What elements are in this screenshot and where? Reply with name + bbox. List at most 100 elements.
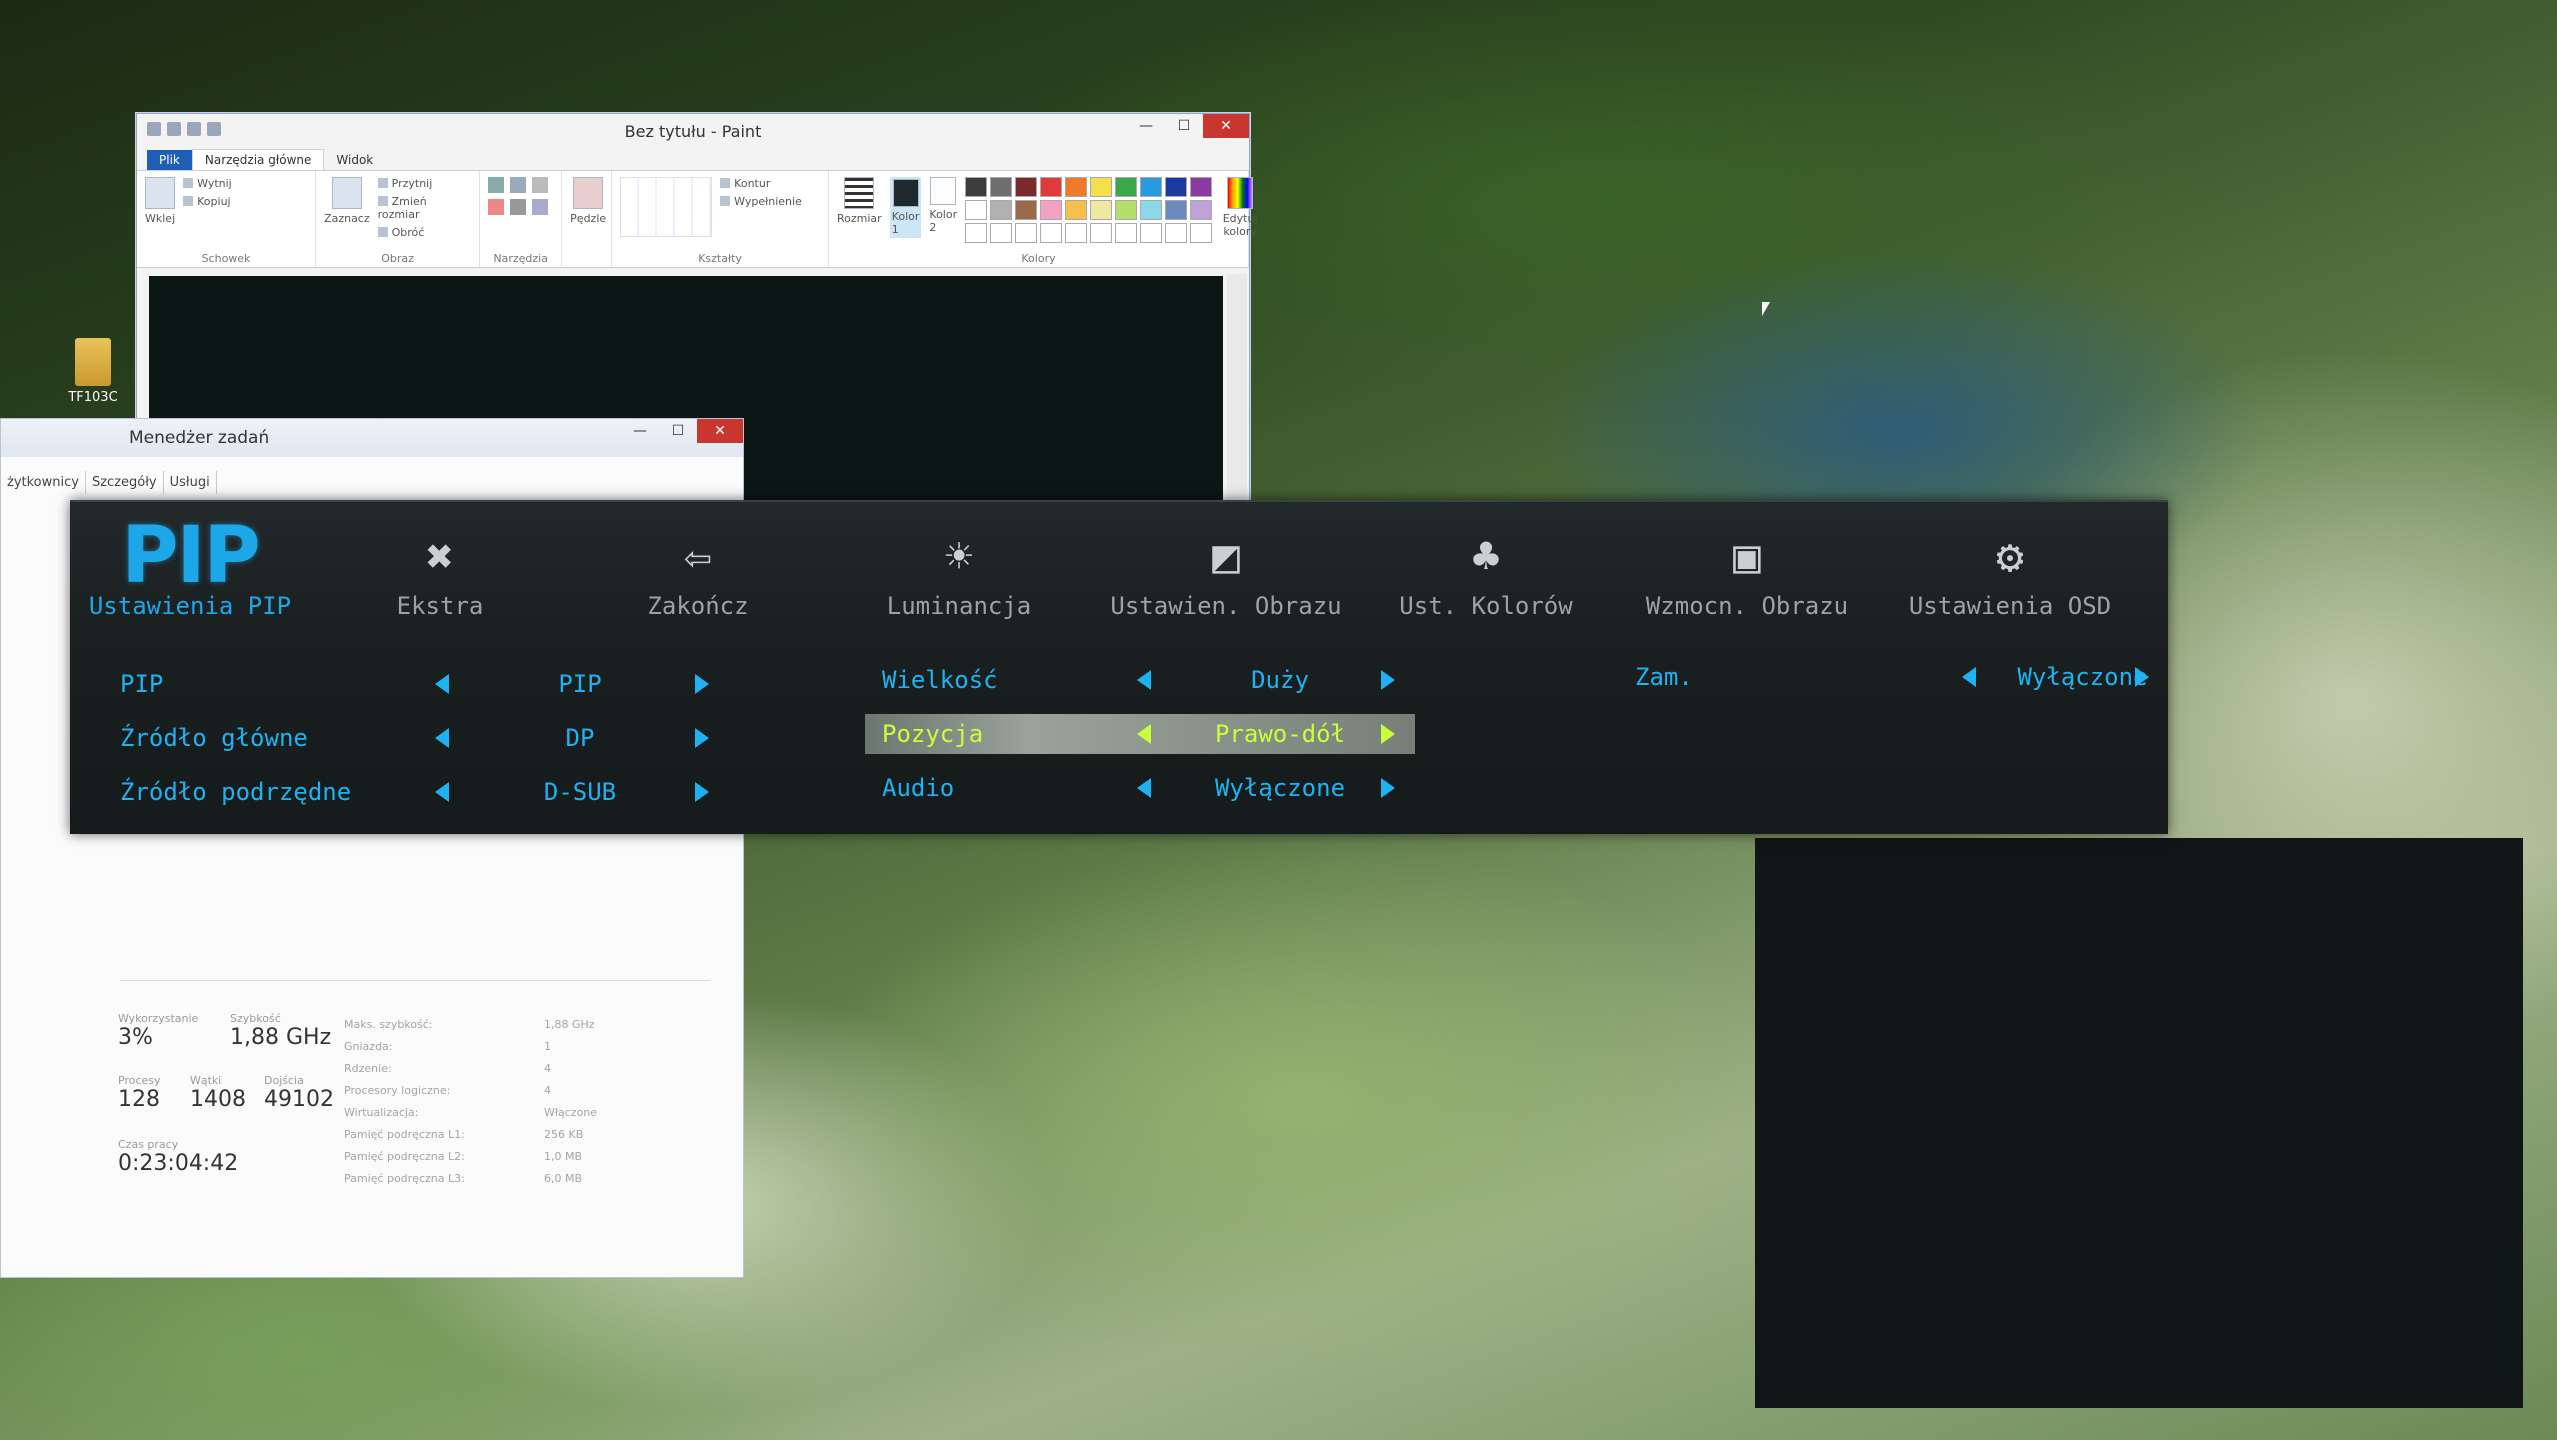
vertical-scrollbar[interactable] bbox=[1227, 274, 1247, 512]
osd-tab-color[interactable]: ♣ Ust. Kolorów bbox=[1366, 526, 1606, 620]
palette-swatch[interactable] bbox=[1065, 223, 1088, 243]
color2-button[interactable]: Kolor 2 bbox=[929, 177, 957, 234]
arrow-left-icon[interactable] bbox=[1962, 667, 1976, 687]
palette-swatch[interactable] bbox=[965, 200, 988, 220]
osd-tab-luminance[interactable]: ☀ Luminancja bbox=[839, 526, 1079, 620]
palette-swatch[interactable] bbox=[1115, 177, 1138, 197]
redo-icon[interactable] bbox=[207, 122, 221, 136]
minimize-button[interactable]: — bbox=[1127, 114, 1165, 138]
palette-swatch[interactable] bbox=[1040, 223, 1063, 243]
tab-home[interactable]: Narzędzia główne bbox=[191, 149, 325, 170]
arrow-left-icon[interactable] bbox=[435, 728, 449, 748]
palette-swatch[interactable] bbox=[1015, 200, 1038, 220]
palette-swatch[interactable] bbox=[1190, 177, 1213, 197]
maximize-button[interactable]: ☐ bbox=[659, 419, 697, 443]
edit-colors-button[interactable]: Edytuj kolory bbox=[1220, 177, 1260, 238]
arrow-right-icon[interactable] bbox=[1381, 778, 1395, 798]
magnifier-icon[interactable] bbox=[532, 199, 549, 215]
rotate-button[interactable]: Obróć bbox=[378, 226, 472, 239]
palette-swatch[interactable] bbox=[1165, 200, 1188, 220]
palette-swatch[interactable] bbox=[1140, 200, 1163, 220]
color1-button[interactable]: Kolor 1 bbox=[889, 177, 922, 238]
arrow-left-icon[interactable] bbox=[435, 782, 449, 802]
palette-swatch[interactable] bbox=[1015, 223, 1038, 243]
tab-users[interactable]: żytkownicy bbox=[1, 471, 86, 494]
osd-tab-exit[interactable]: ⇦ Zakończ bbox=[578, 526, 818, 620]
tab-file[interactable]: Plik bbox=[147, 150, 192, 170]
paste-button[interactable]: Wklej bbox=[145, 177, 175, 225]
osd-row-position[interactable]: Pozycja Prawo-dół bbox=[865, 714, 1415, 754]
close-button[interactable]: ✕ bbox=[697, 419, 743, 443]
arrow-right-icon[interactable] bbox=[695, 782, 709, 802]
palette-swatch[interactable] bbox=[1115, 200, 1138, 220]
tab-services[interactable]: Usługi bbox=[164, 471, 217, 494]
resize-button[interactable]: Zmień rozmiar bbox=[378, 195, 472, 221]
palette-swatch[interactable] bbox=[990, 223, 1013, 243]
palette-swatch[interactable] bbox=[1140, 177, 1163, 197]
arrow-right-icon[interactable] bbox=[1381, 724, 1395, 744]
palette-swatch[interactable] bbox=[1140, 223, 1163, 243]
arrow-right-icon[interactable] bbox=[2135, 667, 2149, 687]
arrow-right-icon[interactable] bbox=[695, 728, 709, 748]
palette-swatch[interactable] bbox=[990, 200, 1013, 220]
tab-details[interactable]: Szczegóły bbox=[86, 471, 164, 494]
palette-swatch[interactable] bbox=[1040, 177, 1063, 197]
outline-button[interactable]: Kontur bbox=[720, 177, 802, 190]
arrow-left-icon[interactable] bbox=[435, 674, 449, 694]
close-button[interactable]: ✕ bbox=[1203, 114, 1249, 138]
palette-swatch[interactable] bbox=[1190, 223, 1213, 243]
palette-swatch[interactable] bbox=[990, 177, 1013, 197]
palette-swatch[interactable] bbox=[1065, 177, 1088, 197]
maximize-button[interactable]: ☐ bbox=[1165, 114, 1203, 138]
osd-row-audio[interactable]: Audio Wyłączone bbox=[865, 768, 1415, 808]
osd-tab-pip[interactable]: PIP Ustawienia PIP bbox=[70, 517, 310, 620]
paint-app-icon[interactable] bbox=[147, 122, 161, 136]
osd-tab-enhancement[interactable]: ▣ Wzmocn. Obrazu bbox=[1617, 526, 1877, 620]
color-palette[interactable] bbox=[965, 177, 1213, 243]
palette-swatch[interactable] bbox=[1065, 200, 1088, 220]
osd-row-size[interactable]: Wielkość Duży bbox=[865, 660, 1415, 700]
osd-tab-osd-setup[interactable]: ⚙ Ustawienia OSD bbox=[1876, 526, 2144, 620]
save-icon[interactable] bbox=[167, 122, 181, 136]
osd-row-swap[interactable]: Zam. Wyłączone bbox=[1635, 657, 2155, 697]
osd-tab-image-setup[interactable]: ◩ Ustawien. Obrazu bbox=[1096, 526, 1356, 620]
palette-swatch[interactable] bbox=[965, 223, 988, 243]
paint-titlebar[interactable]: Bez tytułu - Paint — ☐ ✕ bbox=[137, 114, 1249, 148]
text-icon[interactable] bbox=[532, 177, 549, 193]
palette-swatch[interactable] bbox=[1090, 177, 1113, 197]
minimize-button[interactable]: — bbox=[621, 419, 659, 443]
osd-tab-extra[interactable]: ✖ Ekstra bbox=[320, 526, 560, 620]
shapes-gallery[interactable] bbox=[620, 177, 713, 237]
palette-swatch[interactable] bbox=[1190, 200, 1213, 220]
osd-row-sub-source[interactable]: Źródło podrzędne D-SUB bbox=[120, 772, 720, 812]
taskmgr-titlebar[interactable]: Menedżer zadań — ☐ ✕ bbox=[1, 419, 743, 457]
osd-row-main-source[interactable]: Źródło główne DP bbox=[120, 718, 720, 758]
size-button[interactable]: Rozmiar bbox=[837, 177, 882, 225]
pencil-icon[interactable] bbox=[488, 177, 505, 193]
fill-button[interactable]: Wypełnienie bbox=[720, 195, 802, 208]
palette-swatch[interactable] bbox=[1090, 200, 1113, 220]
undo-icon[interactable] bbox=[187, 122, 201, 136]
palette-swatch[interactable] bbox=[1165, 223, 1188, 243]
select-button[interactable]: Zaznacz bbox=[324, 177, 370, 225]
arrow-right-icon[interactable] bbox=[1381, 670, 1395, 690]
palette-swatch[interactable] bbox=[1040, 200, 1063, 220]
fill-icon[interactable] bbox=[510, 177, 527, 193]
crop-button[interactable]: Przytnij bbox=[378, 177, 472, 190]
tab-view[interactable]: Widok bbox=[324, 150, 385, 170]
palette-swatch[interactable] bbox=[1015, 177, 1038, 197]
palette-swatch[interactable] bbox=[965, 177, 988, 197]
eraser-icon[interactable] bbox=[488, 199, 505, 215]
desktop-folder-icon[interactable]: TF103C bbox=[58, 338, 128, 405]
palette-swatch[interactable] bbox=[1115, 223, 1138, 243]
arrow-left-icon[interactable] bbox=[1137, 778, 1151, 798]
osd-row-pip[interactable]: PIP PIP bbox=[120, 664, 720, 704]
palette-swatch[interactable] bbox=[1165, 177, 1188, 197]
picker-icon[interactable] bbox=[510, 199, 527, 215]
brushes-button[interactable]: Pędzle bbox=[570, 177, 606, 225]
cut-button[interactable]: Wytnij bbox=[183, 177, 232, 190]
arrow-left-icon[interactable] bbox=[1137, 724, 1151, 744]
arrow-right-icon[interactable] bbox=[695, 674, 709, 694]
arrow-left-icon[interactable] bbox=[1137, 670, 1151, 690]
palette-swatch[interactable] bbox=[1090, 223, 1113, 243]
